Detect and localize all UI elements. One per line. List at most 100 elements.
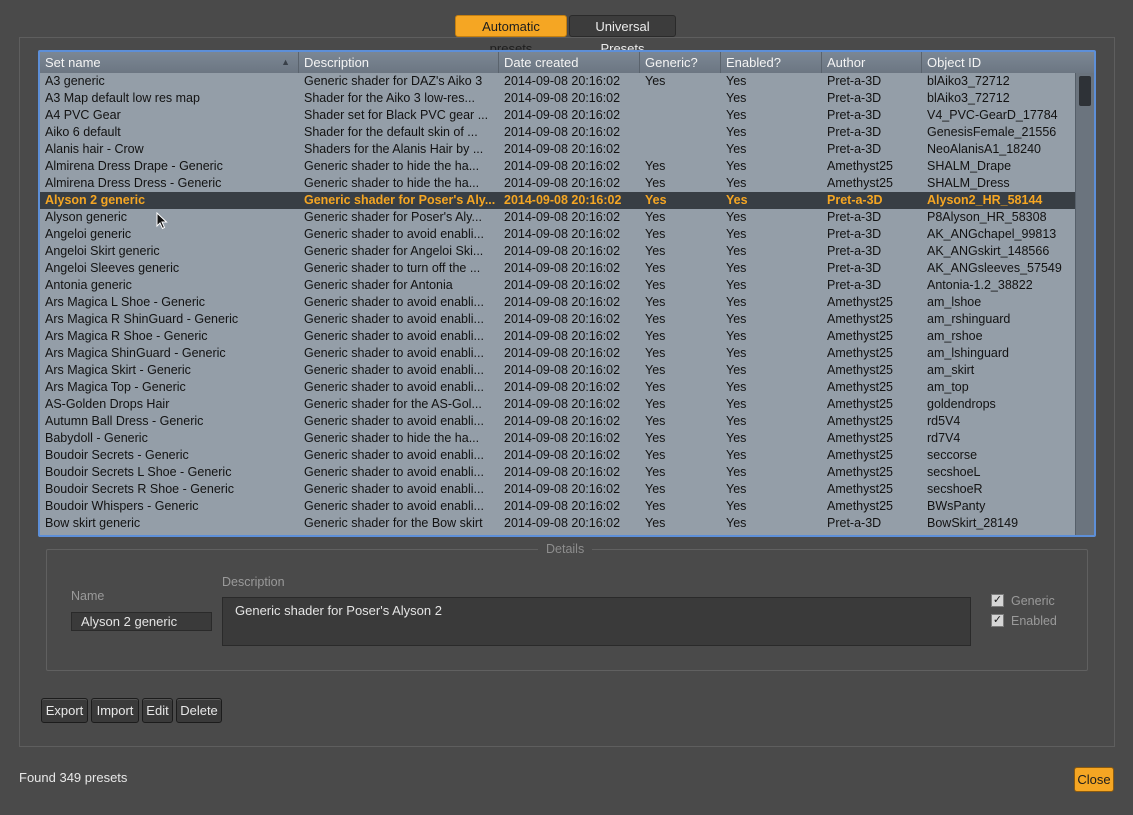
cell-enabled: Yes [726,380,747,394]
table-row[interactable]: Almirena Dress Dress - Generic Generic sh… [40,175,1078,192]
cell-enabled: Yes [726,244,747,258]
cell-date-created: 2014-09-08 20:16:02 [504,465,621,479]
table-row[interactable]: Boudoir Whispers - Generic Generic shader… [40,498,1078,515]
cell-object-id: AK_ANGskirt_148566 [927,244,1050,258]
cell-description: Generic shader to hide the ha... [304,159,480,173]
cell-author: Pret-a-3D [827,244,882,258]
cell-author: Pret-a-3D [827,108,882,122]
cell-enabled: Yes [726,210,747,224]
cell-enabled: Yes [726,176,747,190]
generic-checkbox[interactable]: ✓ [991,594,1004,607]
cell-generic: Yes [645,448,666,462]
cell-description: Generic shader to avoid enabli... [304,346,484,360]
table-row[interactable]: Alyson generic Generic shader for Poser's… [40,209,1078,226]
cell-object-id: goldendrops [927,397,996,411]
table-row[interactable]: Angeloi Skirt generic Generic shader for … [40,243,1078,260]
table-row[interactable]: Antonia generic Generic shader for Antoni… [40,277,1078,294]
status-text: Found 349 presets [19,770,128,785]
table-row[interactable]: Boudoir Secrets R Shoe - Generic Generic … [40,481,1078,498]
table-row[interactable]: A3 Map default low res map Shader for the… [40,90,1078,107]
cell-set-name: Angeloi Skirt generic [45,244,160,258]
table-row[interactable]: Ars Magica R ShinGuard - Generic Generic … [40,311,1078,328]
table-row[interactable]: Ars Magica ShinGuard - Generic Generic sh… [40,345,1078,362]
import-button[interactable]: Import [91,698,139,723]
cell-set-name: Ars Magica Skirt - Generic [45,363,191,377]
cell-enabled: Yes [726,74,747,88]
table-row[interactable]: Boudoir Secrets L Shoe - Generic Generic … [40,464,1078,481]
column-header-author[interactable]: Author [822,52,922,73]
cell-set-name: Boudoir Secrets - Generic [45,448,189,462]
cell-date-created: 2014-09-08 20:16:02 [504,278,621,292]
column-header-set-name[interactable]: Set name ▲ [40,52,299,73]
cell-object-id: GenesisFemale_21556 [927,125,1057,139]
table-row[interactable]: Angeloi generic Generic shader to avoid e… [40,226,1078,243]
table-row[interactable]: Ars Magica Skirt - Generic Generic shader… [40,362,1078,379]
enabled-checkbox-label: Enabled [1011,614,1057,628]
table-row[interactable]: Babydoll - Generic Generic shader to hide… [40,430,1078,447]
cell-date-created: 2014-09-08 20:16:02 [504,176,621,190]
column-header-enabled[interactable]: Enabled? [721,52,822,73]
enabled-checkbox[interactable]: ✓ [991,614,1004,627]
cell-author: Amethyst25 [827,448,894,462]
cell-object-id: SHALM_Dress [927,176,1010,190]
table-row[interactable]: A4 PVC Gear Shader set for Black PVC gear… [40,107,1078,124]
table-row[interactable]: Aiko 6 default Shader for the default ski… [40,124,1078,141]
cell-object-id: blAiko3_72712 [927,74,1010,88]
table-row[interactable]: Boudoir Secrets - Generic Generic shader … [40,447,1078,464]
cell-author: Amethyst25 [827,159,894,173]
table-row[interactable]: Ars Magica R Shoe - Generic Generic shade… [40,328,1078,345]
cell-date-created: 2014-09-08 20:16:02 [504,295,621,309]
table-row[interactable]: Ars Magica L Shoe - Generic Generic shade… [40,294,1078,311]
tab-automatic-presets[interactable]: Automatic presets [455,15,567,56]
cell-object-id: AK_ANGsleeves_57549 [927,261,1062,275]
table-row[interactable]: Ars Magica Top - Generic Generic shader t… [40,379,1078,396]
cell-description: Generic shader to avoid enabli... [304,465,484,479]
table-row[interactable]: Almirena Dress Drape - Generic Generic sh… [40,158,1078,175]
table-row[interactable]: Autumn Ball Dress - Generic Generic shade… [40,413,1078,430]
cell-date-created: 2014-09-08 20:16:02 [504,516,621,530]
table-row[interactable]: AS-Golden Drops Hair Generic shader for t… [40,396,1078,413]
table-row[interactable]: Bow skirt generic Generic shader for the … [40,515,1078,532]
column-header-date-created[interactable]: Date created [499,52,640,73]
scrollbar-thumb[interactable] [1079,76,1091,106]
cell-generic: Yes [645,295,666,309]
cell-date-created: 2014-09-08 20:16:02 [504,312,621,326]
cell-author: Pret-a-3D [827,193,883,207]
column-header-description[interactable]: Description [299,52,499,73]
cell-generic: Yes [645,193,667,207]
table-row[interactable]: Angeloi Sleeves generic Generic shader to… [40,260,1078,277]
table-body: A3 generic Generic shader for DAZ's Aiko … [40,73,1078,535]
cell-generic: Yes [645,261,666,275]
delete-button[interactable]: Delete [176,698,222,723]
cell-object-id: Antonia-1.2_38822 [927,278,1033,292]
cell-date-created: 2014-09-08 20:16:02 [504,448,621,462]
name-field[interactable]: Alyson 2 generic [71,612,212,631]
table-scrollbar[interactable] [1075,73,1094,535]
edit-button[interactable]: Edit [142,698,173,723]
cell-description: Generic shader to hide the ha... [304,431,480,445]
close-button[interactable]: Close [1074,767,1114,792]
tab-universal-presets[interactable]: Universal Presets [569,15,676,56]
column-header-object-id[interactable]: Object ID [922,52,1078,73]
description-field[interactable]: Generic shader for Poser's Alyson 2 [222,597,971,646]
cell-object-id: NeoAlanisA1_18240 [927,142,1041,156]
cell-date-created: 2014-09-08 20:16:02 [504,329,621,343]
cell-set-name: Ars Magica R ShinGuard - Generic [45,312,239,326]
cell-object-id: am_top [927,380,969,394]
column-header-generic[interactable]: Generic? [640,52,721,73]
table-row[interactable]: A3 generic Generic shader for DAZ's Aiko … [40,73,1078,90]
export-button[interactable]: Export [41,698,88,723]
details-legend: Details [538,542,593,556]
cell-description: Generic shader for Poser's Aly... [304,210,482,224]
column-header-label: Set name [45,55,101,70]
cell-generic: Yes [645,414,666,428]
cell-set-name: Ars Magica Top - Generic [45,380,186,394]
cell-author: Amethyst25 [827,329,894,343]
table-row[interactable]: Alanis hair - Crow Shaders for the Alanis… [40,141,1078,158]
cell-description: Generic shader to avoid enabli... [304,380,484,394]
table-row[interactable]: Alyson 2 generic Generic shader for Poser… [40,192,1078,209]
cell-enabled: Yes [726,312,747,326]
cell-enabled: Yes [726,159,747,173]
cell-generic: Yes [645,363,666,377]
cell-object-id: Alyson2_HR_58144 [927,193,1043,207]
